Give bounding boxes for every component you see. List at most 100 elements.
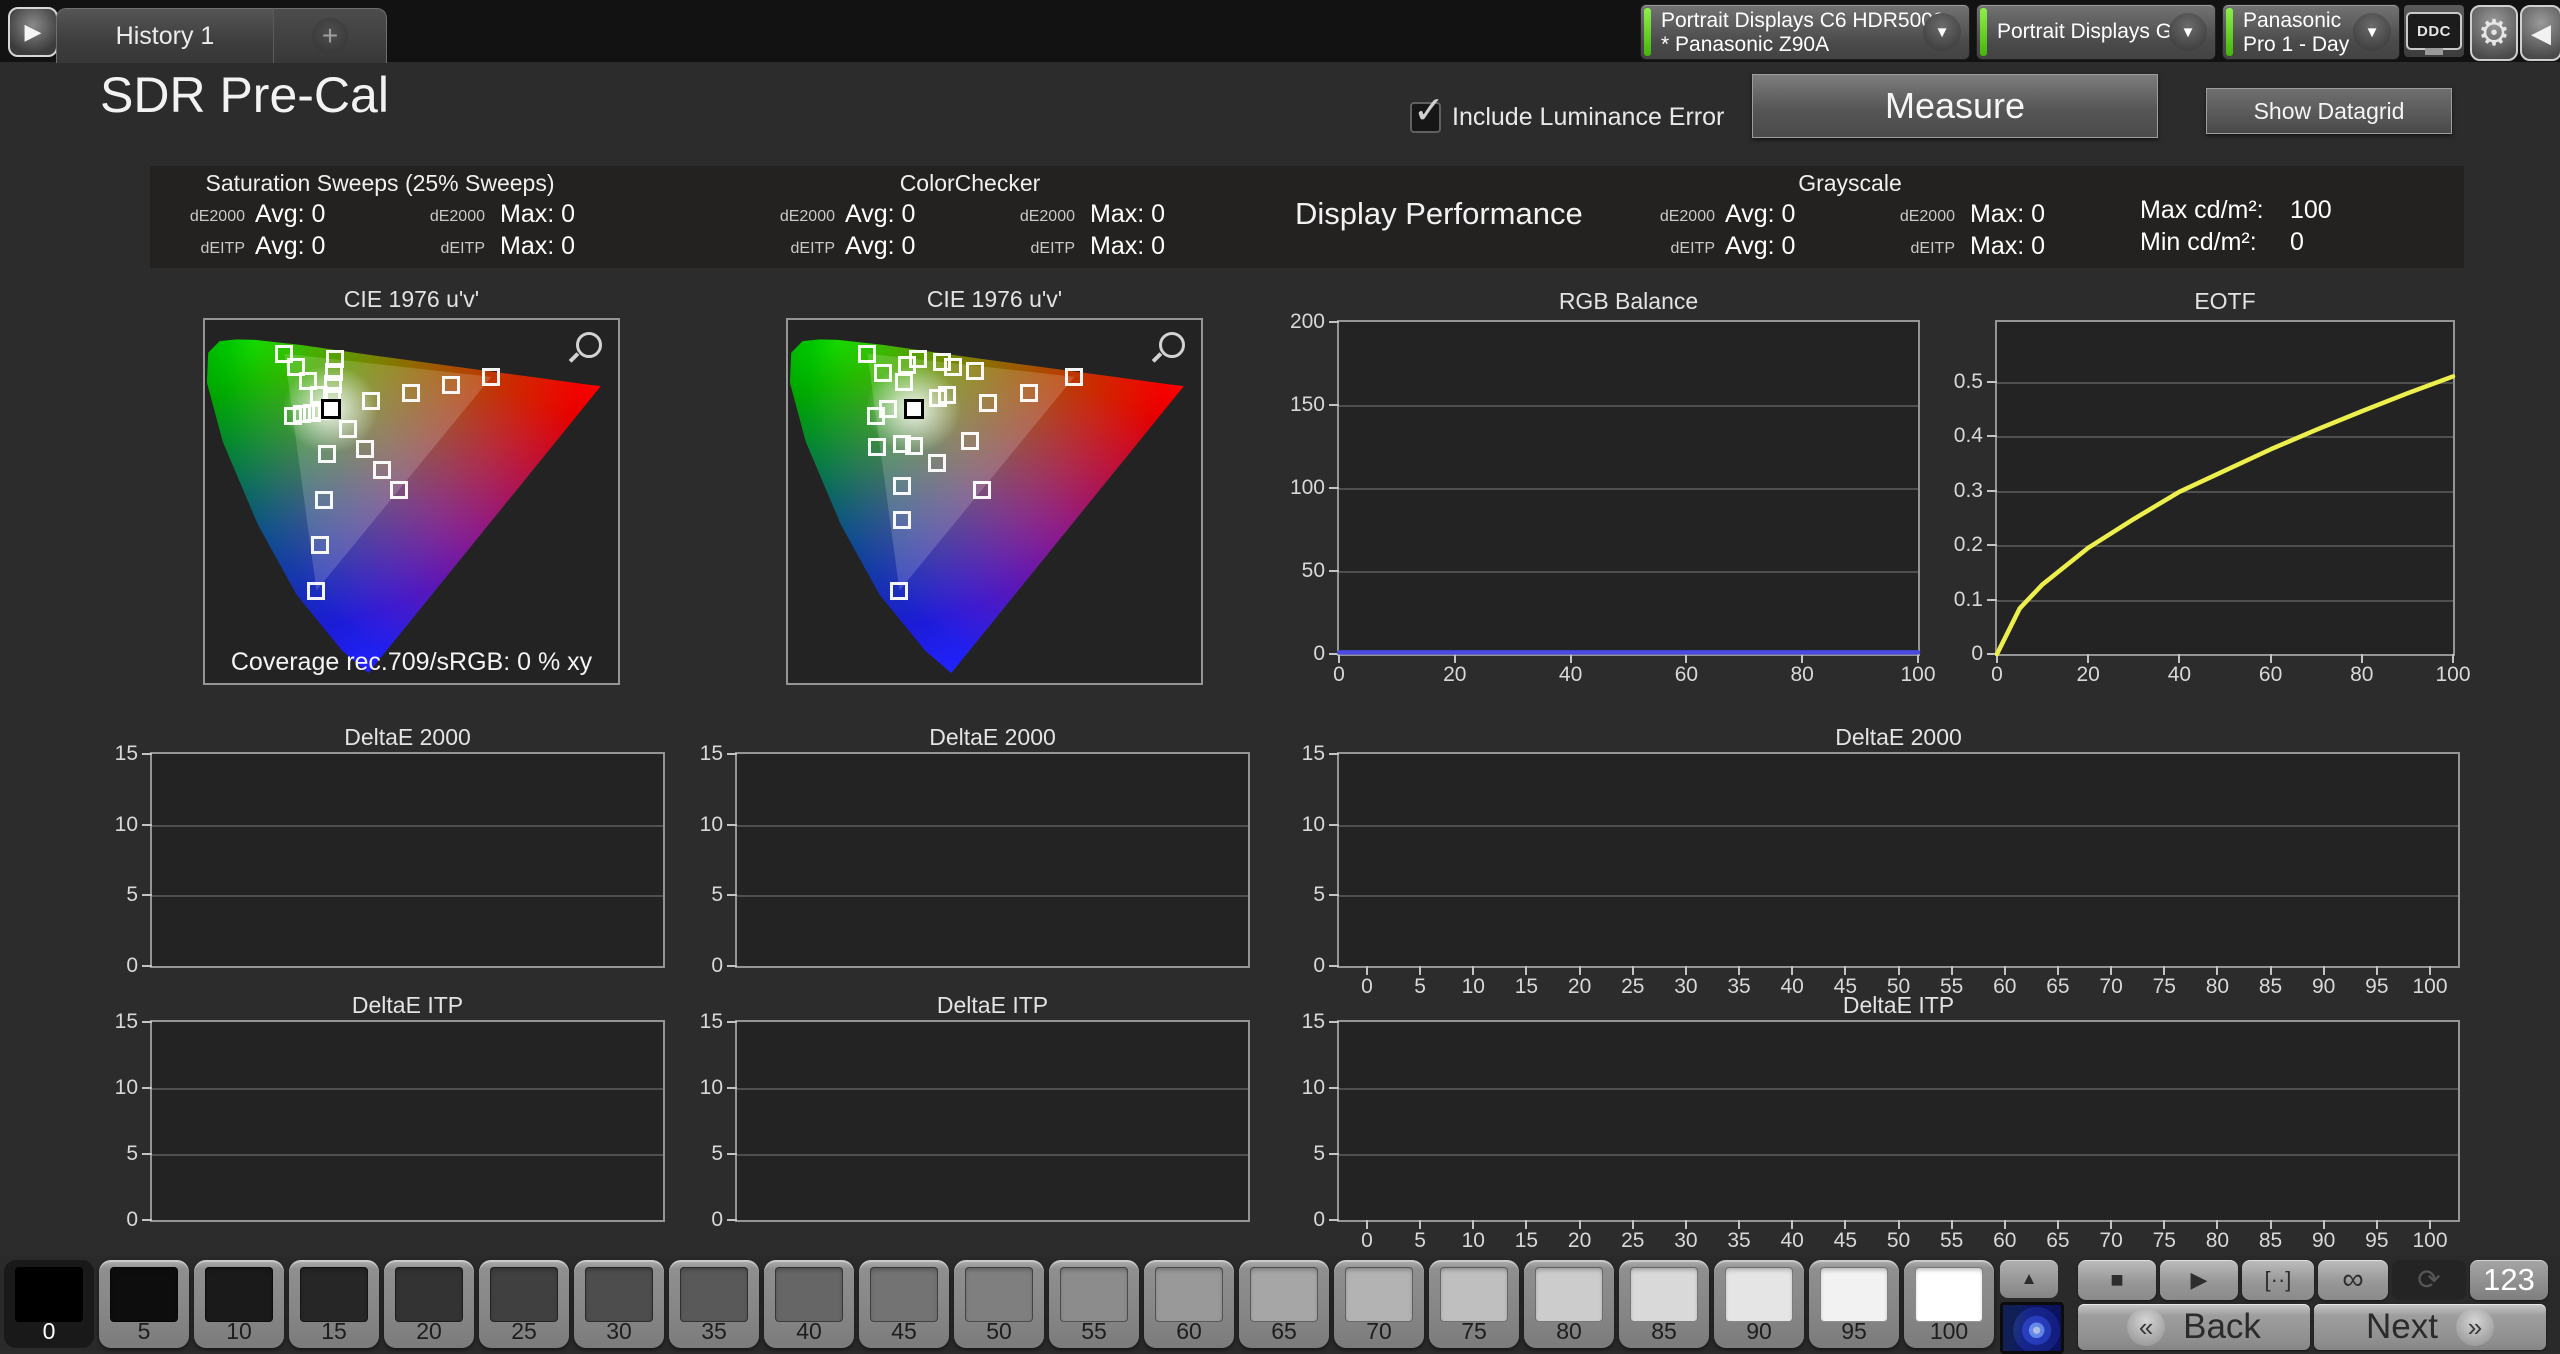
back-button[interactable]: « Back [2078, 1304, 2310, 1350]
x-axis-label: 70 [2099, 1229, 2122, 1253]
add-tab-button[interactable]: + [273, 8, 387, 63]
avg-value: Avg: 0 [1725, 200, 1795, 229]
ddc-button[interactable]: DDC [2404, 5, 2464, 57]
grayscale-patch-50[interactable]: 50 [954, 1260, 1044, 1348]
x-tick-mark [1579, 1220, 1581, 1229]
x-axis-label: 80 [1791, 663, 1814, 687]
grayscale-patch-75[interactable]: 75 [1429, 1260, 1519, 1348]
measurement-counter[interactable]: 123 [2470, 1260, 2548, 1300]
loop-button[interactable]: ∞ [2318, 1260, 2388, 1300]
x-tick-mark [1570, 654, 1572, 663]
gridline [152, 825, 663, 827]
x-axis-label: 0 [1361, 1229, 1373, 1253]
grayscale-patch-60[interactable]: 60 [1144, 1260, 1234, 1348]
source-name: Portrait Displays G1 [1997, 5, 2184, 59]
x-tick-mark [1791, 966, 1793, 975]
y-axis-label: 15 [700, 1010, 723, 1034]
pattern-window-icon[interactable] [2000, 1302, 2064, 1354]
patch-swatch [110, 1267, 178, 1322]
grayscale-patch-100[interactable]: 100 [1904, 1260, 1994, 1348]
meter-dropdown[interactable]: Portrait Displays C6 HDR5000 * Panasonic… [1640, 4, 1970, 60]
y-tick-mark [1987, 435, 1997, 437]
metric-label: dE2000 [760, 208, 835, 226]
x-axis-label: 40 [2168, 663, 2191, 687]
x-tick-mark [1472, 966, 1474, 975]
patch-swatch [1630, 1267, 1698, 1322]
show-datagrid-button[interactable]: Show Datagrid [2206, 88, 2452, 134]
y-tick-mark [1329, 570, 1339, 572]
zoom-icon[interactable] [1159, 332, 1185, 358]
max-value: Max: 0 [1970, 200, 2045, 229]
grayscale-patch-85[interactable]: 85 [1619, 1260, 1709, 1348]
source-status-stripe [1980, 8, 1987, 56]
patch-label: 25 [479, 1318, 569, 1345]
x-tick-mark [1366, 1220, 1368, 1229]
include-luminance-checkbox[interactable]: ✓ [1410, 102, 1441, 133]
grayscale-patch-25[interactable]: 25 [479, 1260, 569, 1348]
patch-swatch [1820, 1267, 1888, 1322]
grayscale-patch-65[interactable]: 65 [1239, 1260, 1329, 1348]
x-axis-label: 60 [1993, 975, 2016, 999]
stop-button[interactable]: ■ [2078, 1260, 2156, 1300]
x-axis-label: 55 [1940, 1229, 1963, 1253]
deitp-grayscale-chart: 0510150510152025303540455055606570758085… [1337, 1020, 2460, 1222]
max-luminance-value: 100 [2290, 196, 2332, 225]
x-tick-mark [2361, 654, 2363, 663]
grayscale-patch-95[interactable]: 95 [1809, 1260, 1899, 1348]
y-axis-label: 5 [1313, 1142, 1325, 1166]
x-tick-mark [1801, 654, 1803, 663]
y-tick-mark [1329, 1219, 1339, 1221]
y-tick-mark [1987, 544, 1997, 546]
play-icon: ▶ [2191, 1269, 2208, 1291]
grayscale-patch-70[interactable]: 70 [1334, 1260, 1424, 1348]
grayscale-patch-0[interactable]: 0 [4, 1260, 94, 1348]
grayscale-patch-5[interactable]: 5 [99, 1260, 189, 1348]
collapse-panel-button[interactable]: ◀ [2520, 5, 2560, 61]
next-button[interactable]: Next » [2314, 1304, 2546, 1350]
metric-label: dEITP [1640, 240, 1715, 258]
colorchecker-stats: ColorChecker dE2000 Avg: 0 dE2000 Max: 0… [760, 168, 1180, 266]
gridline [152, 1088, 663, 1090]
gridline [737, 1088, 1248, 1090]
x-axis-label: 45 [1834, 975, 1857, 999]
measure-button[interactable]: Measure [1752, 74, 2158, 138]
patch-label: 65 [1239, 1318, 1329, 1345]
settings-button[interactable]: ⚙ [2470, 5, 2518, 61]
grayscale-patch-20[interactable]: 20 [384, 1260, 474, 1348]
luminance-stats: Max cd/m²: 100 Min cd/m²: 0 [2140, 196, 2460, 260]
y-axis-label: 0.2 [1954, 533, 1983, 557]
chevron-down-icon: ▼ [2169, 13, 2207, 51]
y-axis-label: 0.3 [1954, 479, 1983, 503]
play-icon: ▶ [25, 19, 42, 45]
grayscale-patch-15[interactable]: 15 [289, 1260, 379, 1348]
play-button[interactable]: ▶ [2160, 1260, 2238, 1300]
grayscale-patch-90[interactable]: 90 [1714, 1260, 1804, 1348]
source-dropdown[interactable]: Portrait Displays G1 ▼ [1976, 4, 2216, 60]
display-dropdown[interactable]: Panasonic Pro 1 - Day ▼ [2222, 4, 2400, 60]
grayscale-patch-40[interactable]: 40 [764, 1260, 854, 1348]
x-tick-mark [1338, 654, 1340, 663]
x-axis-label: 60 [1993, 1229, 2016, 1253]
sidebar-toggle-button[interactable]: ▶ [8, 7, 58, 57]
patch-swatch [1725, 1267, 1793, 1322]
grayscale-patch-45[interactable]: 45 [859, 1260, 949, 1348]
y-axis-label: 10 [700, 813, 723, 837]
x-axis-label: 85 [2259, 975, 2282, 999]
tab-history-1[interactable]: History 1 [56, 8, 274, 63]
grayscale-patch-80[interactable]: 80 [1524, 1260, 1614, 1348]
cie-1976-chart-colorchecker [786, 318, 1203, 685]
de2000-sweeps-chart: 051015 [150, 752, 665, 968]
x-tick-mark [2270, 654, 2272, 663]
patch-level-up-button[interactable]: ▲ [2000, 1260, 2058, 1298]
grayscale-patch-55[interactable]: 55 [1049, 1260, 1139, 1348]
cie-marker [1020, 384, 1038, 402]
y-tick-mark [1329, 894, 1339, 896]
zoom-icon[interactable] [576, 332, 602, 358]
patch-label: 45 [859, 1318, 949, 1345]
chart-title: CIE 1976 u'v' [786, 286, 1203, 313]
grayscale-patch-10[interactable]: 10 [194, 1260, 284, 1348]
grayscale-patch-30[interactable]: 30 [574, 1260, 664, 1348]
sync-button[interactable]: ⟳ [2392, 1260, 2466, 1300]
grayscale-patch-35[interactable]: 35 [669, 1260, 759, 1348]
interval-button[interactable]: [··] [2242, 1260, 2314, 1300]
